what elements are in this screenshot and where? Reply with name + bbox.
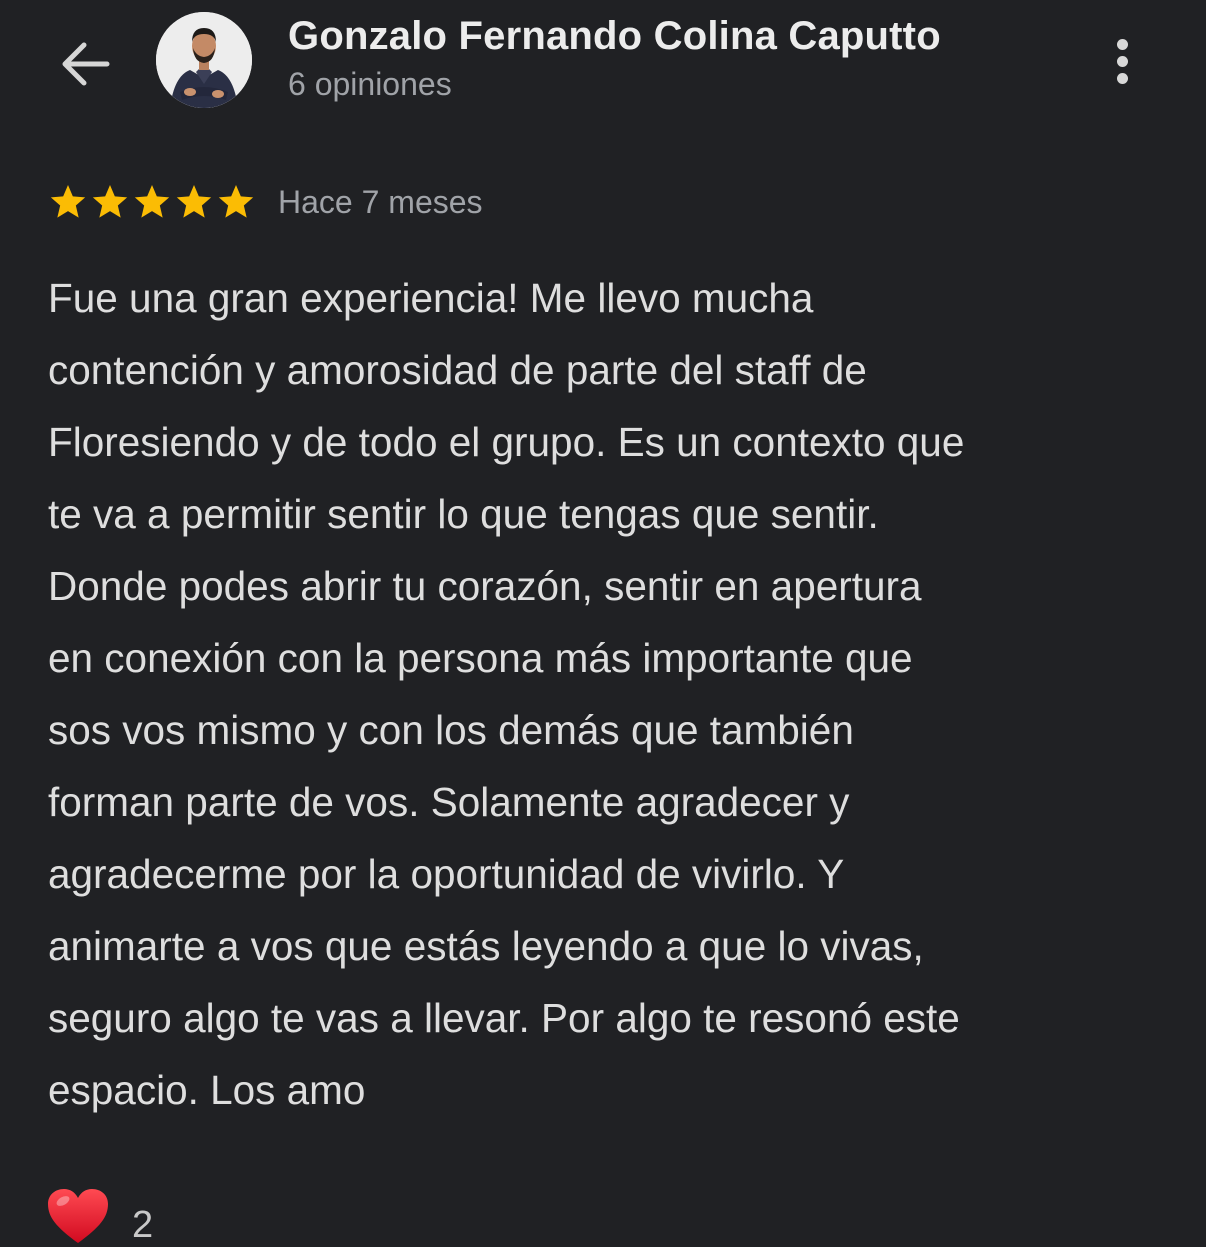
reviewer-photo — [156, 12, 252, 108]
review-text-line: seguro algo te vas a llevar. Por algo te… — [48, 995, 960, 1041]
arrow-left-icon — [62, 42, 110, 86]
heart-icon[interactable] — [46, 1187, 110, 1245]
review-date: Hace 7 meses — [278, 183, 483, 220]
review-text-line: contención y amorosidad de parte del sta… — [48, 347, 867, 393]
app-header: Gonzalo Fernando Colina Caputto 6 opinio… — [0, 0, 1206, 130]
star-icon — [134, 185, 170, 218]
star-icon — [218, 185, 254, 218]
rating-row: Hace 7 meses — [48, 180, 483, 224]
reviewer-name[interactable]: Gonzalo Fernando Colina Caputto — [288, 14, 941, 59]
review-text-line: forman parte de vos. Solamente agradecer… — [48, 779, 850, 825]
review-text-line: Floresiendo y de todo el grupo. Es un co… — [48, 419, 965, 465]
more-options-button[interactable] — [1096, 28, 1148, 94]
star-icon — [176, 185, 212, 218]
review-count: 6 opiniones — [288, 66, 452, 102]
review-text-line: en conexión con la persona más important… — [48, 635, 913, 681]
reaction-count: 2 — [132, 1203, 154, 1246]
star-rating — [48, 182, 256, 222]
more-vertical-icon — [1116, 38, 1128, 50]
more-vertical-icon-dot — [1116, 72, 1128, 84]
back-button[interactable] — [48, 28, 120, 100]
reaction-row[interactable]: 2 — [46, 1186, 153, 1246]
review-text: Fue una gran experiencia! Me llevo mucha… — [48, 262, 1158, 1126]
review-text-line: te va a permitir sentir lo que tengas qu… — [48, 491, 879, 537]
review-text-line: agradecerme por la oportunidad de vivirl… — [48, 851, 845, 897]
review-text-line: animarte a vos que estás leyendo a que l… — [48, 923, 924, 969]
more-vertical-icon-dot — [1116, 55, 1128, 67]
star-icon — [92, 185, 128, 218]
review-text-line: Fue una gran experiencia! Me llevo mucha — [48, 275, 814, 321]
review-text-line: espacio. Los amo — [48, 1067, 366, 1113]
review-text-line: Donde podes abrir tu corazón, sentir en … — [48, 563, 922, 609]
avatar[interactable] — [156, 12, 252, 108]
star-icon — [50, 185, 86, 218]
review-text-line: sos vos mismo y con los demás que tambié… — [48, 707, 854, 753]
